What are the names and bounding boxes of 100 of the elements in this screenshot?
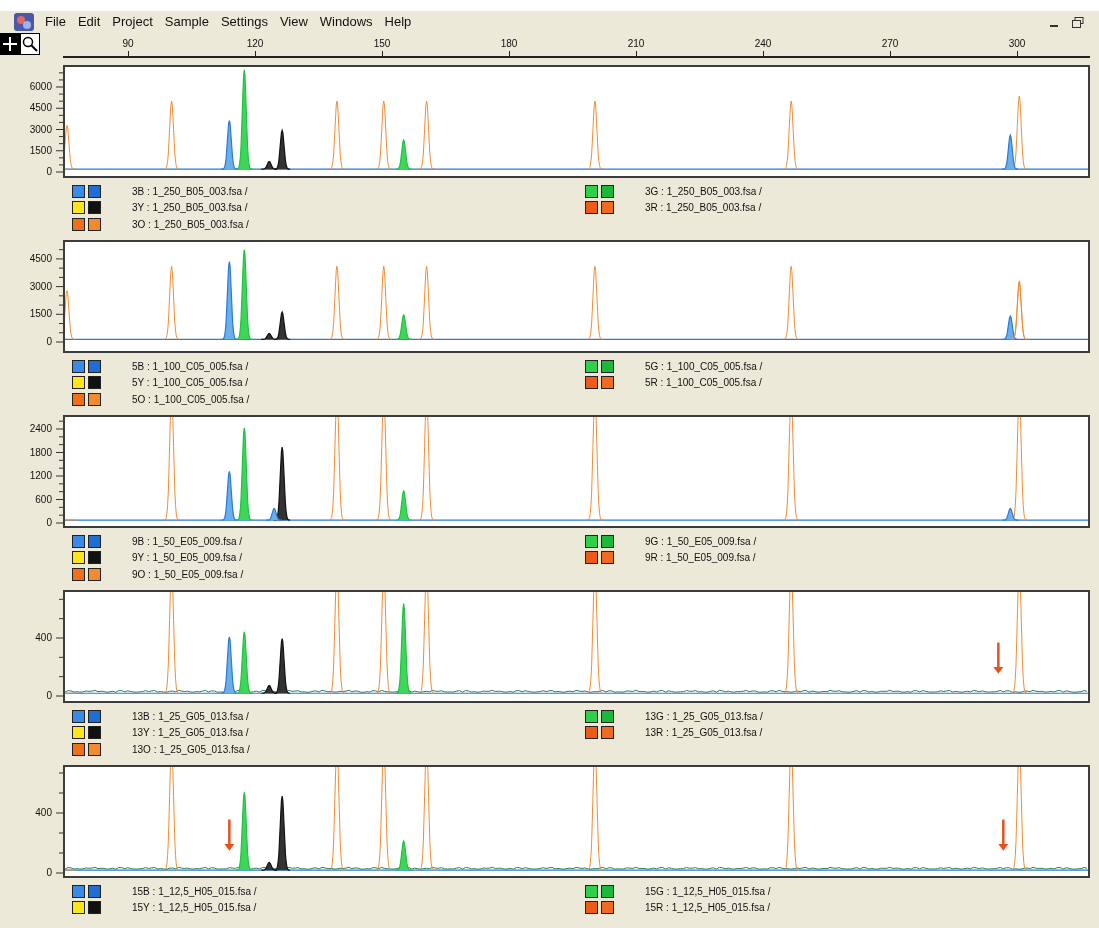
- ruler-label: 210: [627, 37, 645, 51]
- color-swatch[interactable]: [585, 901, 598, 915]
- color-swatch[interactable]: [601, 726, 614, 740]
- color-swatch[interactable]: [88, 709, 101, 723]
- sample-label: 15B : 1_12,5_H05_015.fsa /: [132, 884, 257, 899]
- color-swatch[interactable]: [88, 901, 101, 915]
- color-swatch[interactable]: [72, 884, 85, 898]
- color-swatch[interactable]: [585, 359, 598, 373]
- restore-icon: [1072, 16, 1084, 28]
- color-swatch[interactable]: [88, 359, 101, 373]
- color-swatch[interactable]: [72, 217, 85, 231]
- color-swatch[interactable]: [88, 534, 101, 548]
- menu-item[interactable]: View: [273, 12, 314, 32]
- color-swatch[interactable]: [72, 742, 85, 756]
- app-icon[interactable]: [13, 12, 35, 32]
- sample-label: 13G : 1_25_G05_013.fsa /: [645, 709, 763, 724]
- search-icon: [22, 36, 38, 52]
- y-tick-label: 1200: [29, 470, 52, 482]
- sample-label: 5R : 1_100_C05_005.fsa /: [645, 376, 762, 391]
- color-swatch[interactable]: [601, 534, 614, 548]
- menu-item[interactable]: Project: [106, 12, 159, 32]
- sample-label: 13O : 1_25_G05_013.fsa /: [132, 742, 250, 757]
- ruler-label: 120: [246, 37, 264, 51]
- menu-item[interactable]: Settings: [214, 12, 274, 32]
- menu-item[interactable]: Help: [378, 12, 418, 32]
- sample-label: 9Y : 1_50_E05_009.fsa /: [132, 551, 242, 566]
- color-swatch[interactable]: [601, 376, 614, 390]
- color-swatch[interactable]: [601, 359, 614, 373]
- color-swatch[interactable]: [72, 359, 85, 373]
- sample-label: 5Y : 1_100_C05_005.fsa /: [132, 376, 249, 391]
- color-swatch[interactable]: [601, 201, 614, 215]
- color-swatch[interactable]: [601, 184, 614, 198]
- color-swatch[interactable]: [585, 376, 598, 390]
- sample-label: 9B : 1_50_E05_009.fsa /: [132, 534, 243, 549]
- y-tick-label: 1500: [29, 144, 52, 157]
- color-swatch[interactable]: [601, 709, 614, 723]
- color-swatch[interactable]: [601, 551, 614, 565]
- color-swatch[interactable]: [72, 534, 85, 548]
- y-tick-label: 0: [46, 336, 52, 348]
- ruler-label: 300: [1008, 37, 1026, 51]
- magnifier-tool[interactable]: [20, 33, 40, 55]
- color-swatch[interactable]: [88, 742, 101, 756]
- y-tick-label: 400: [35, 807, 52, 819]
- sample-label: 5G : 1_100_C05_005.fsa /: [645, 359, 763, 374]
- menu-item[interactable]: Windows: [313, 12, 379, 32]
- color-swatch[interactable]: [585, 184, 598, 198]
- sample-label: 9O : 1_50_E05_009.fsa /: [132, 567, 244, 582]
- sample-label: 15Y : 1_12,5_H05_015.fsa /: [132, 901, 257, 916]
- sample-label: 3O : 1_250_B05_003.fsa /: [132, 217, 249, 232]
- y-tick-label: 600: [35, 493, 52, 506]
- arrow-icon: [998, 819, 1009, 851]
- color-swatch[interactable]: [72, 184, 85, 198]
- sample-label: 13Y : 1_25_G05_013.fsa /: [132, 726, 249, 741]
- ruler-label: 240: [754, 37, 772, 51]
- sample-label: 9R : 1_50_E05_009.fsa /: [645, 551, 756, 566]
- color-swatch[interactable]: [72, 901, 85, 915]
- color-swatch[interactable]: [585, 534, 598, 548]
- y-tick-label: 0: [46, 867, 52, 879]
- color-swatch[interactable]: [72, 551, 85, 565]
- color-swatch[interactable]: [88, 376, 101, 390]
- color-swatch[interactable]: [585, 201, 598, 215]
- sample-label: 13B : 1_25_G05_013.fsa /: [132, 709, 249, 724]
- color-swatch[interactable]: [88, 567, 101, 581]
- color-swatch[interactable]: [88, 201, 101, 215]
- color-swatch[interactable]: [72, 201, 85, 215]
- color-swatch[interactable]: [88, 884, 101, 898]
- menu-item[interactable]: Edit: [71, 12, 107, 32]
- color-swatch[interactable]: [72, 392, 85, 406]
- arrow-icon: [993, 642, 1004, 674]
- y-tick-label: 0: [46, 517, 52, 529]
- color-swatch[interactable]: [72, 726, 85, 740]
- color-swatch[interactable]: [72, 567, 85, 581]
- color-swatch[interactable]: [88, 184, 101, 198]
- color-swatch[interactable]: [601, 884, 614, 898]
- sample-label: 5O : 1_100_C05_005.fsa /: [132, 392, 250, 407]
- plus-icon: [3, 37, 17, 51]
- color-swatch[interactable]: [585, 726, 598, 740]
- color-swatch[interactable]: [88, 392, 101, 406]
- menu-item[interactable]: File: [39, 12, 72, 32]
- color-swatch[interactable]: [88, 217, 101, 231]
- color-swatch[interactable]: [88, 551, 101, 565]
- color-swatch[interactable]: [585, 884, 598, 898]
- sample-label: 3G : 1_250_B05_003.fsa /: [645, 184, 762, 199]
- zoom-in-tool[interactable]: [0, 33, 20, 55]
- arrow-icon: [224, 819, 235, 851]
- color-swatch[interactable]: [72, 709, 85, 723]
- ruler-label: 90: [122, 37, 134, 51]
- y-tick-label: 0: [46, 690, 52, 702]
- y-tick-label: 3000: [29, 280, 52, 293]
- color-swatch[interactable]: [585, 709, 598, 723]
- sample-label: 3R : 1_250_B05_003.fsa /: [645, 201, 762, 216]
- y-tick-label: 4500: [29, 252, 52, 265]
- color-swatch[interactable]: [88, 726, 101, 740]
- color-swatch[interactable]: [585, 551, 598, 565]
- menu-item[interactable]: Sample: [158, 12, 215, 32]
- color-swatch[interactable]: [72, 376, 85, 390]
- color-swatch[interactable]: [601, 901, 614, 915]
- sample-label: 3Y : 1_250_B05_003.fsa /: [132, 201, 248, 216]
- sample-label: 5B : 1_100_C05_005.fsa /: [132, 359, 249, 374]
- y-tick-label: 3000: [29, 123, 52, 136]
